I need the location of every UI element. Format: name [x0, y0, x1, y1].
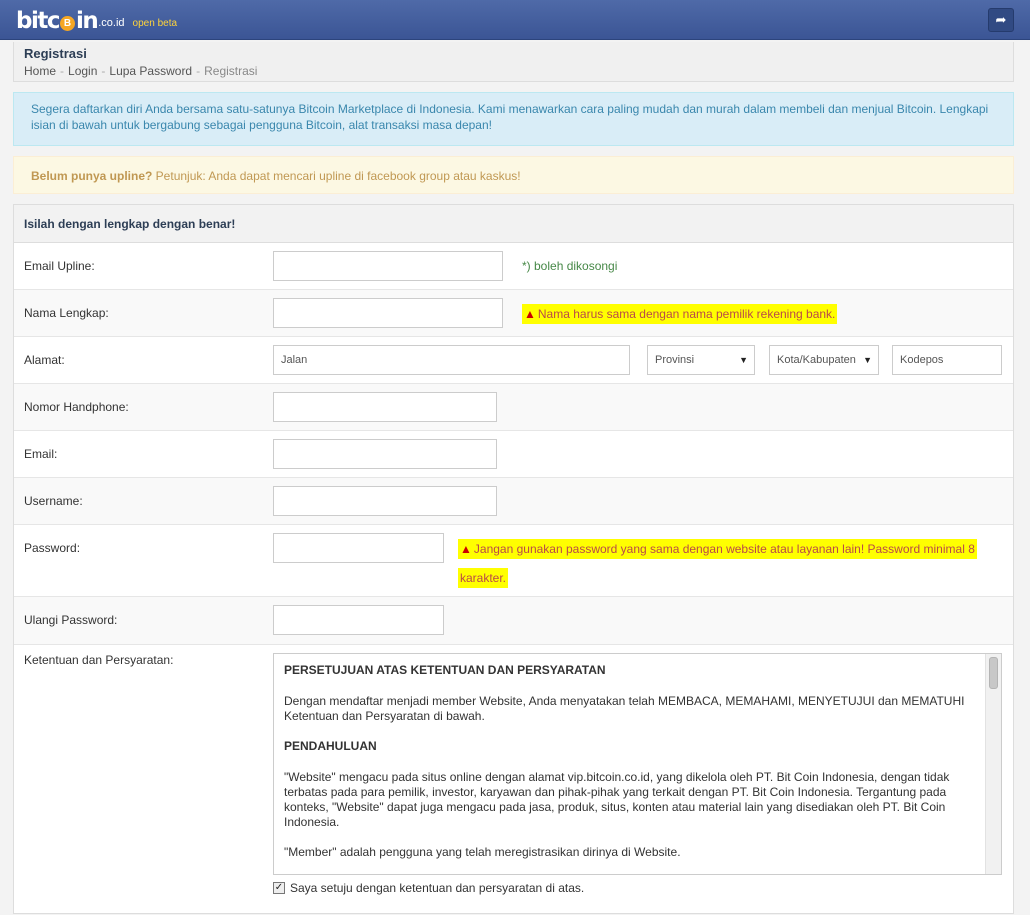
- agree-checkbox-row[interactable]: ✓ Saya setuju dengan ketentuan dan persy…: [273, 881, 584, 895]
- email-upline-input[interactable]: [273, 251, 503, 281]
- scrollbar-thumb[interactable]: [989, 657, 998, 689]
- warning-icon: ▲: [460, 542, 472, 556]
- row-terms: Ketentuan dan Persyaratan: PERSETUJUAN A…: [14, 645, 1013, 907]
- terms-paragraph: "Website" mengacu pada situs online deng…: [284, 770, 950, 829]
- logo-text-a: bitc: [16, 8, 60, 34]
- breadcrumb-home[interactable]: Home: [24, 64, 56, 78]
- share-button[interactable]: ➦: [988, 8, 1014, 32]
- nama-lengkap-label: Nama Lengkap:: [24, 306, 109, 320]
- chevron-down-icon: ▼: [863, 355, 872, 365]
- nama-lengkap-input[interactable]: [273, 298, 503, 328]
- kodepos-input[interactable]: Kodepos: [892, 345, 1002, 375]
- row-alamat: Alamat: Jalan Provinsi ▼ Kota/Kabupaten …: [14, 337, 1013, 384]
- breadcrumb-lupa-password[interactable]: Lupa Password: [109, 64, 192, 78]
- row-username: Username:: [14, 478, 1013, 525]
- upline-alert-title: Belum punya upline?: [31, 169, 153, 183]
- breadcrumb-separator: -: [60, 64, 65, 78]
- agree-checkbox[interactable]: ✓: [273, 882, 285, 894]
- terms-paragraph: "Member" adalah pengguna yang telah mere…: [284, 845, 681, 859]
- email-upline-hint: *) boleh dikosongi: [522, 259, 618, 273]
- terms-label: Ketentuan dan Persyaratan:: [24, 653, 174, 667]
- password-input[interactable]: [273, 533, 444, 563]
- form-heading: Isilah dengan lengkap dengan benar!: [14, 205, 1013, 243]
- handphone-label: Nomor Handphone:: [24, 400, 129, 414]
- row-password: Password: ▲ Jangan gunakan password yang …: [14, 525, 1013, 597]
- registration-form: Isilah dengan lengkap dengan benar! Emai…: [13, 204, 1014, 914]
- top-bar: bitc B in .co.id open beta ➦: [0, 0, 1030, 40]
- breadcrumb-registrasi: Registrasi: [204, 64, 258, 78]
- beta-badge: open beta: [132, 18, 178, 29]
- breadcrumb-separator: -: [101, 64, 106, 78]
- handphone-input[interactable]: [273, 392, 497, 422]
- breadcrumb-login[interactable]: Login: [68, 64, 97, 78]
- info-alert: Segera daftarkan diri Anda bersama satu-…: [13, 92, 1014, 146]
- chevron-down-icon: ▼: [739, 355, 748, 365]
- email-upline-label: Email Upline:: [24, 259, 95, 273]
- username-input[interactable]: [273, 486, 497, 516]
- row-ulangi-password: Ulangi Password:: [14, 597, 1013, 645]
- row-nama-lengkap: Nama Lengkap: ▲ Nama harus sama dengan na…: [14, 290, 1013, 337]
- terms-content: PERSETUJUAN ATAS KETENTUAN DAN PERSYARAT…: [274, 654, 985, 874]
- breadcrumb-separator: -: [196, 64, 201, 78]
- jalan-input[interactable]: Jalan: [273, 345, 630, 375]
- kota-select-value: Kota/Kabupaten: [777, 354, 856, 366]
- username-label: Username:: [24, 494, 83, 508]
- upline-alert-text: Petunjuk: Anda dapat mencari upline di f…: [152, 169, 521, 183]
- terms-scrollbox[interactable]: PERSETUJUAN ATAS KETENTUAN DAN PERSYARAT…: [273, 653, 1002, 875]
- provinsi-select-value: Provinsi: [655, 354, 695, 366]
- upline-alert: Belum punya upline? Petunjuk: Anda dapat…: [13, 156, 1014, 194]
- password-warning-text: Jangan gunakan password yang sama dengan…: [473, 542, 975, 556]
- password-label: Password:: [24, 541, 81, 555]
- row-handphone: Nomor Handphone:: [14, 384, 1013, 431]
- kota-select[interactable]: Kota/Kabupaten ▼: [769, 345, 879, 375]
- page-header: Registrasi Home - Login - Lupa Password - Regi…: [13, 42, 1014, 82]
- alamat-label: Alamat:: [24, 353, 65, 367]
- password-warning-line1: ▲ Jangan gunakan password yang sama denga…: [458, 539, 977, 559]
- row-email: Email:: [14, 431, 1013, 478]
- ulangi-password-input[interactable]: [273, 605, 444, 635]
- row-email-upline: Email Upline: *) boleh dikosongi: [14, 243, 1013, 290]
- terms-paragraph: Dengan mendaftar menjadi member Website,…: [284, 694, 965, 723]
- ulangi-password-label: Ulangi Password:: [24, 613, 118, 627]
- nama-warning-text: Nama harus sama dengan nama pemilik reke…: [537, 307, 836, 321]
- bitcoin-coin-icon: B: [59, 16, 75, 31]
- terms-heading-persetujuan: PERSETUJUAN ATAS KETENTUAN DAN PERSYARAT…: [284, 663, 606, 677]
- email-input[interactable]: [273, 439, 497, 469]
- logo-text-b: in: [75, 8, 99, 34]
- terms-heading-pendahuluan: PENDAHULUAN: [284, 739, 377, 753]
- agree-label: Saya setuju dengan ketentuan dan persyar…: [290, 881, 585, 895]
- nama-warning: ▲ Nama harus sama dengan nama pemilik rek…: [522, 304, 838, 324]
- logo-domain: .co.id: [98, 17, 125, 29]
- terms-scrollbar[interactable]: [985, 654, 1001, 874]
- breadcrumb: Home - Login - Lupa Password - Registrasi: [24, 62, 1003, 80]
- email-label: Email:: [24, 447, 58, 461]
- share-arrow-icon: ➦: [995, 12, 1007, 27]
- warning-icon: ▲: [524, 307, 536, 321]
- bitcoin-logo[interactable]: bitc B in .co.id open beta: [16, 6, 177, 34]
- page-title: Registrasi: [24, 46, 87, 61]
- provinsi-select[interactable]: Provinsi ▼: [647, 345, 755, 375]
- password-warning-line2: karakter.: [458, 568, 509, 588]
